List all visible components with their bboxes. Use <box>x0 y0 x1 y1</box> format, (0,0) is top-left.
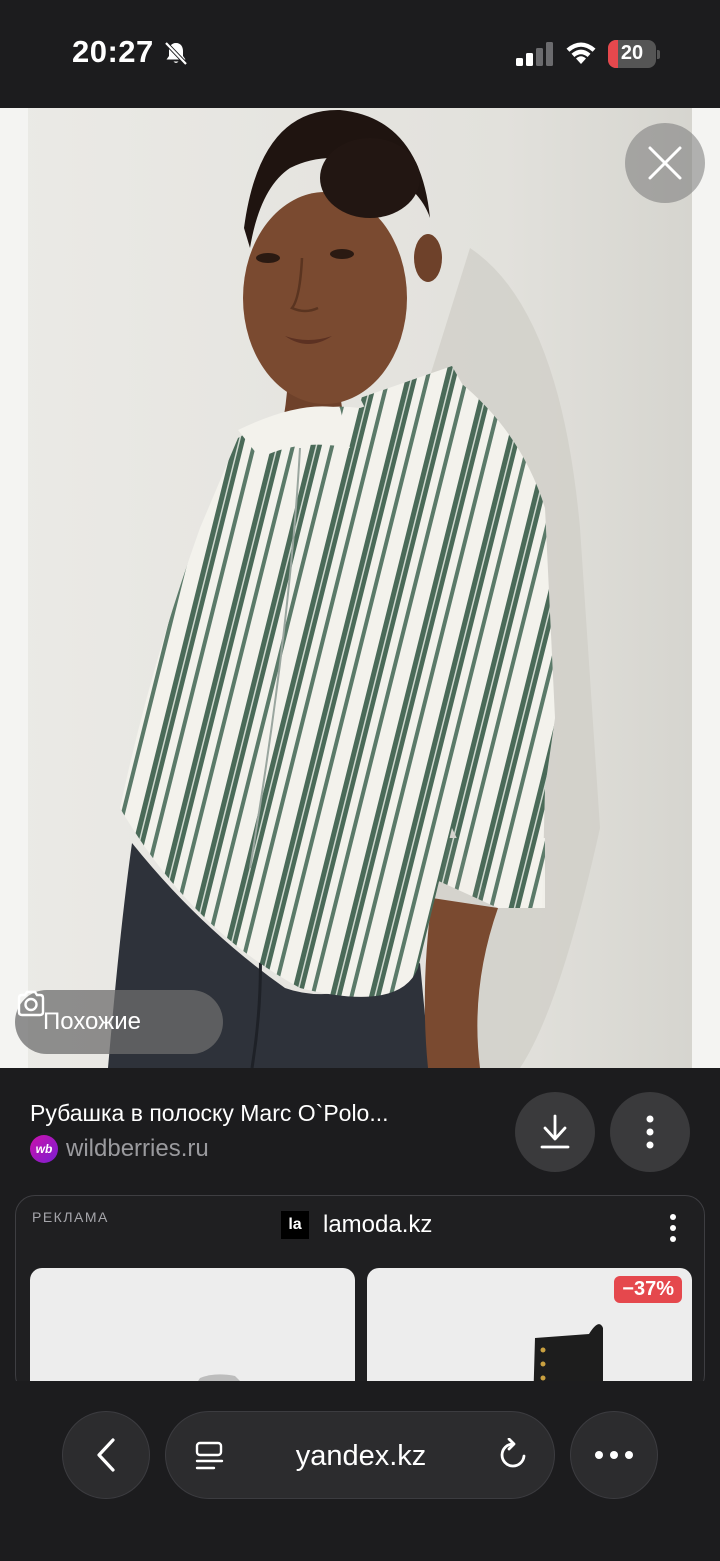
ad-label: РЕКЛАМА <box>32 1209 109 1225</box>
more-options-button[interactable] <box>610 1092 690 1172</box>
close-icon <box>648 146 682 180</box>
browser-toolbar: yandex.kz <box>0 1381 720 1561</box>
similar-images-button[interactable]: Похожие <box>15 990 223 1054</box>
result-title[interactable]: Рубашка в полоску Marc O`Polo... <box>30 1100 389 1127</box>
browser-menu-button[interactable] <box>570 1411 658 1499</box>
similar-images-label: Похожие <box>43 1008 141 1035</box>
wildberries-logo: wb <box>30 1135 58 1163</box>
download-icon <box>540 1114 570 1149</box>
wifi-icon <box>566 42 596 64</box>
more-horizontal-icon <box>595 1451 633 1459</box>
status-time: 20:27 <box>72 34 154 69</box>
chevron-left-icon <box>97 1438 115 1472</box>
close-button[interactable] <box>625 123 705 203</box>
download-button[interactable] <box>515 1092 595 1172</box>
ad-brand[interactable]: la lamoda.kz <box>281 1211 432 1239</box>
ad-product-card[interactable]: −37% <box>367 1268 692 1394</box>
lamoda-logo: la <box>281 1211 309 1239</box>
ad-product-card[interactable] <box>30 1268 355 1394</box>
battery-icon: 20 <box>608 40 656 68</box>
reload-icon[interactable] <box>496 1438 530 1472</box>
ad-card[interactable]: РЕКЛАМА la lamoda.kz −37% <box>15 1195 705 1395</box>
address-bar[interactable]: yandex.kz <box>165 1411 555 1499</box>
status-bar: 20:27 20 <box>0 0 720 108</box>
camera-search-icon <box>17 990 45 1017</box>
cellular-signal-icon <box>516 42 553 66</box>
more-vertical-icon <box>646 1115 654 1149</box>
discount-badge: −37% <box>614 1276 682 1303</box>
battery-indicator: 20 <box>608 40 660 68</box>
product-image[interactable]: Похожие <box>0 108 720 1068</box>
source-domain: wildberries.ru <box>66 1135 209 1162</box>
ad-brand-name: lamoda.kz <box>323 1211 433 1238</box>
result-source[interactable]: wb wildberries.ru <box>30 1135 209 1163</box>
bell-muted-icon <box>164 41 188 66</box>
product-thumbnail <box>195 1374 245 1386</box>
model-photo <box>0 108 720 1068</box>
battery-level: 20 <box>620 42 644 64</box>
back-button[interactable] <box>62 1411 150 1499</box>
ad-more-icon[interactable] <box>661 1210 685 1246</box>
